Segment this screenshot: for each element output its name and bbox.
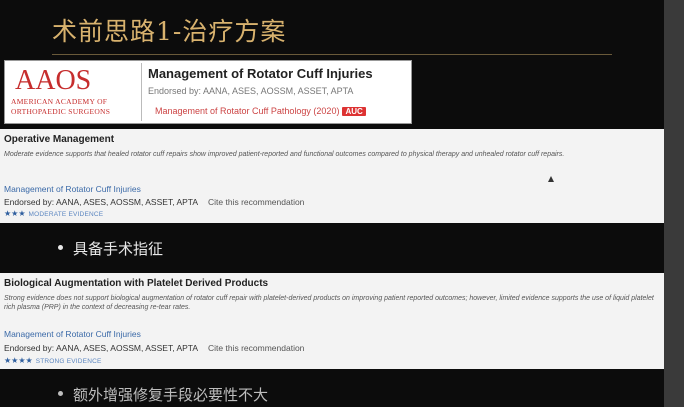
- mouse-cursor-icon: [548, 176, 554, 182]
- recommendation-card-biological: Biological Augmentation with Platelet De…: [0, 273, 664, 369]
- cite-recommendation-link[interactable]: Cite this recommendation: [208, 343, 304, 353]
- presentation-slide: 术前思路1-治疗方案 AAOS AMERICAN ACADEMY OF ORTH…: [0, 0, 664, 407]
- screen: 术前思路1-治疗方案 AAOS AMERICAN ACADEMY OF ORTH…: [0, 0, 684, 407]
- slide-title: 术前思路1-治疗方案: [52, 17, 287, 46]
- evidence-rating: ★★★★ STRONG EVIDENCE: [4, 356, 102, 365]
- card-link[interactable]: Management of Rotator Cuff Injuries: [4, 184, 141, 194]
- card-endorsed: Endorsed by: AANA, ASES, AOSSM, ASSET, A…: [4, 197, 199, 207]
- guideline-link[interactable]: Management of Rotator Cuff Pathology (20…: [155, 106, 339, 116]
- evidence-level: STRONG EVIDENCE: [35, 358, 102, 365]
- bullet-item: 额外增强修复手段必要性不大: [58, 384, 268, 405]
- cite-recommendation-link[interactable]: Cite this recommendation: [208, 197, 304, 207]
- guideline-endorsed: Endorsed by: AANA, ASES, AOSSM, ASSET, A…: [148, 86, 354, 96]
- guideline-link-row: Management of Rotator Cuff Pathology (20…: [155, 106, 366, 116]
- evidence-level: MODERATE EVIDENCE: [28, 211, 104, 218]
- bullet-text: 额外增强修复手段必要性不大: [73, 386, 269, 404]
- aaos-logo: AAOS AMERICAN ACADEMY OF ORTHOPAEDIC SUR…: [7, 63, 142, 121]
- auc-badge: AUC: [342, 107, 366, 116]
- window-edge: [664, 0, 684, 407]
- aaos-header-card: AAOS AMERICAN ACADEMY OF ORTHOPAEDIC SUR…: [4, 60, 412, 124]
- title-divider: [52, 54, 612, 55]
- card-description: Strong evidence does not support biologi…: [4, 295, 654, 311]
- recommendation-card-operative: Operative Management Moderate evidence s…: [0, 129, 664, 223]
- evidence-rating: ★★★ MODERATE EVIDENCE: [4, 209, 103, 218]
- bullet-dot-icon: [58, 391, 63, 396]
- card-endorsed: Endorsed by: AANA, ASES, AOSSM, ASSET, A…: [4, 343, 199, 353]
- card-description: Moderate evidence supports that healed r…: [4, 151, 565, 158]
- star-rating-icon: ★★★★: [4, 356, 33, 365]
- aaos-logo-line2: ORTHOPAEDIC SURGEONS: [11, 107, 111, 116]
- bullet-dot-icon: [58, 245, 63, 250]
- star-rating-icon: ★★★: [4, 209, 26, 218]
- guideline-title: Management of Rotator Cuff Injuries: [148, 66, 373, 81]
- aaos-logo-mark: AAOS: [15, 65, 92, 96]
- bullet-item: 具备手术指征: [58, 238, 163, 259]
- card-endorsed-row: Endorsed by: AANA, ASES, AOSSM, ASSET, A…: [4, 343, 304, 353]
- card-title: Biological Augmentation with Platelet De…: [4, 278, 269, 289]
- card-link[interactable]: Management of Rotator Cuff Injuries: [4, 329, 141, 339]
- card-endorsed-row: Endorsed by: AANA, ASES, AOSSM, ASSET, A…: [4, 197, 304, 207]
- card-title: Operative Management: [4, 134, 115, 145]
- bullet-text: 具备手术指征: [73, 240, 164, 258]
- aaos-logo-line1: AMERICAN ACADEMY OF: [11, 97, 108, 106]
